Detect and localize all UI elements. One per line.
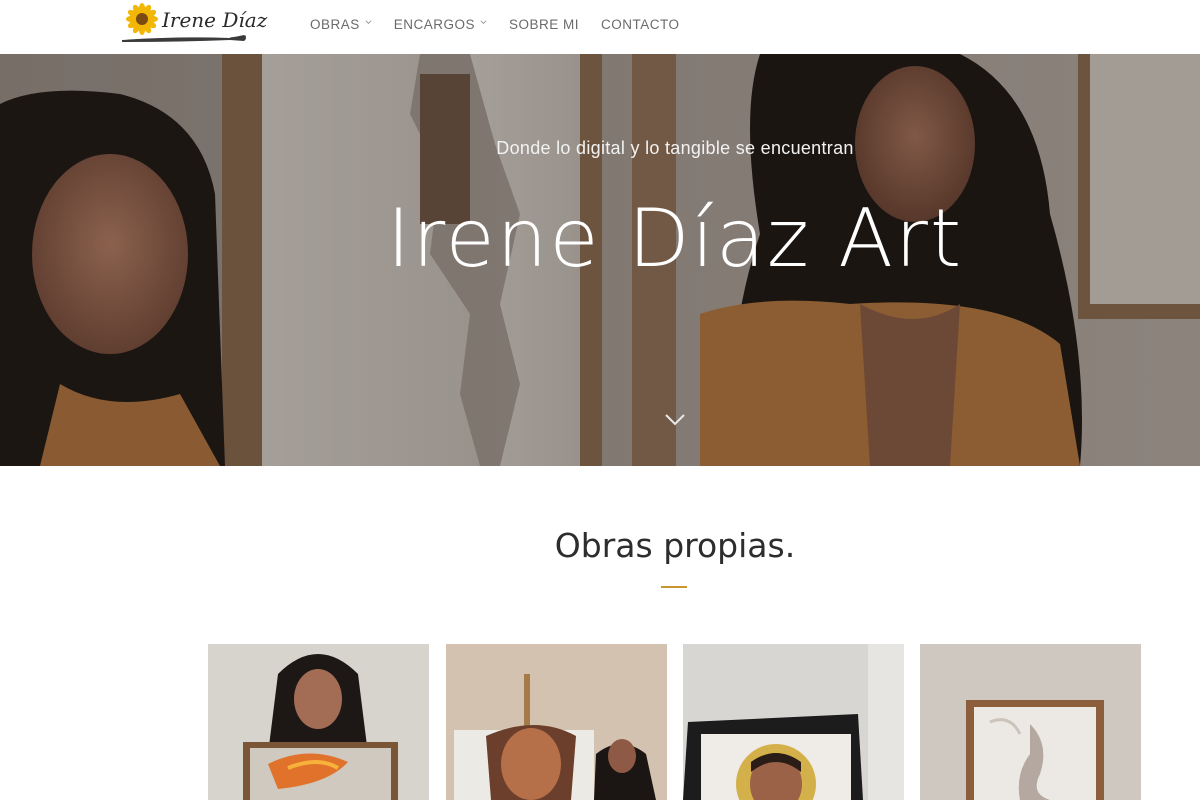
nav-item-label: CONTACTO	[601, 17, 680, 32]
nav-item-contacto[interactable]: CONTACTO	[601, 17, 680, 32]
gallery-item[interactable]	[683, 644, 904, 800]
nav-item-sobre-mi[interactable]: SOBRE MI	[509, 17, 579, 32]
artwork-gallery	[208, 644, 1141, 800]
section-title: Obras propias.	[554, 526, 796, 565]
logo-text: Irene Díaz	[162, 8, 268, 32]
main-nav: OBRAS ENCARGOS SOBRE MI CONTACTO	[310, 17, 702, 32]
site-header: Irene Díaz OBRAS ENCARGOS SOBRE MI CONTA…	[0, 0, 1200, 54]
artwork-thumbnail	[446, 644, 667, 800]
nav-item-obras[interactable]: OBRAS	[310, 17, 372, 32]
chevron-down-icon	[365, 20, 372, 24]
nav-item-label: SOBRE MI	[509, 17, 580, 32]
artwork-thumbnail	[920, 644, 1141, 800]
logo[interactable]: Irene Díaz	[118, 2, 267, 46]
hero-banner: Donde lo digital y lo tangible se encuen…	[0, 54, 1200, 466]
chevron-down-icon	[480, 20, 487, 24]
nav-item-label: OBRAS	[310, 17, 360, 32]
gallery-item[interactable]	[208, 644, 429, 800]
artwork-thumbnail	[208, 644, 429, 800]
hero-title: Irene Díaz Art	[386, 192, 964, 285]
hero-tagline: Donde lo digital y lo tangible se encuen…	[496, 138, 854, 158]
artwork-thumbnail	[683, 644, 904, 800]
chevron-down-icon[interactable]	[664, 412, 686, 428]
gallery-item[interactable]	[446, 644, 667, 800]
nav-item-label: ENCARGOS	[393, 17, 476, 32]
gallery-item[interactable]	[920, 644, 1141, 800]
section-divider	[661, 586, 687, 588]
nav-item-encargos[interactable]: ENCARGOS	[394, 17, 487, 32]
